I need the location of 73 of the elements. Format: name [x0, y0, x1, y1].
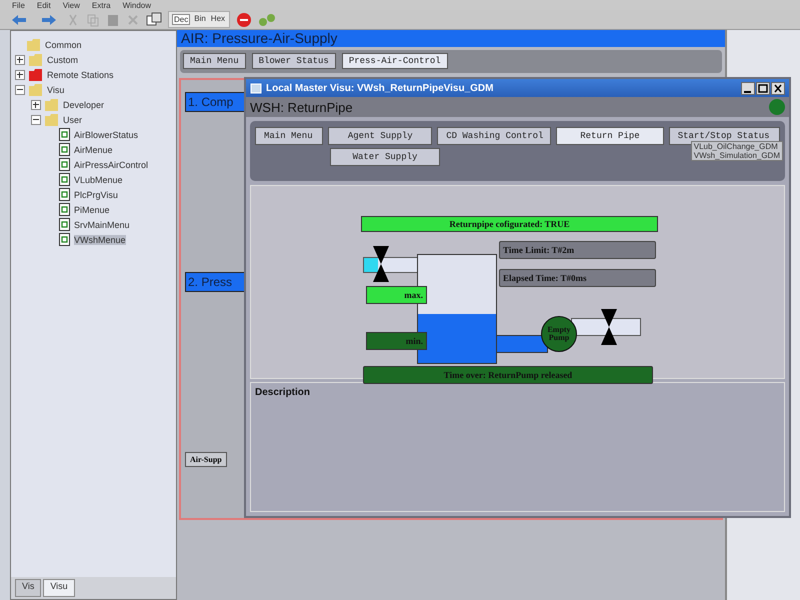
description-label: Description [255, 387, 310, 398]
document-icon [59, 143, 70, 156]
tree-item[interactable]: Visu [47, 84, 64, 94]
level-indicator: min. [366, 332, 427, 350]
document-icon [59, 173, 70, 186]
visu-nav-button[interactable]: Water Supply [330, 148, 440, 166]
menu-item[interactable]: View [62, 0, 80, 10]
tree-item[interactable]: SrvMainMenu [74, 220, 130, 230]
visu-tab-button[interactable]: Blower Status [252, 53, 336, 69]
tree-item[interactable]: Custom [47, 54, 78, 64]
time-limit-label: Time Limit: T#2m [499, 241, 656, 259]
level-indicator: max. [366, 286, 427, 304]
document-icon [59, 128, 70, 141]
tree-item[interactable]: Remote Stations [47, 70, 114, 80]
maximize-icon[interactable] [756, 82, 770, 94]
menu-item[interactable]: Window [122, 0, 152, 10]
elapsed-time-label: Elapsed Time: T#0ms [499, 269, 656, 287]
expander-icon[interactable] [31, 114, 41, 124]
number-mode-toggle[interactable]: Hex [210, 14, 226, 25]
visu-button[interactable]: Air-Supp [185, 452, 227, 467]
dropdown-item[interactable]: VLub_OilChange_GDM [692, 142, 782, 151]
document-icon [59, 158, 70, 171]
folder-icon [27, 38, 41, 50]
tree-item[interactable]: PiMenue [74, 204, 110, 214]
status-bar: Returnpipe cofigurated: TRUE [361, 216, 658, 232]
folder-icon [45, 98, 59, 110]
windows-icon[interactable] [146, 12, 162, 28]
tree-item[interactable]: VWshMenue [74, 234, 126, 244]
document-icon [59, 203, 70, 216]
tree-item[interactable]: AirPressAirControl [74, 160, 148, 170]
dropdown-item[interactable]: VWsh_Simulation_GDM [692, 151, 782, 160]
status-bar: Time over: ReturnPump released [363, 366, 653, 384]
valve-icon [373, 246, 389, 282]
tree-item[interactable]: AirBlowerStatus [74, 130, 138, 140]
tree-item[interactable]: Common [45, 40, 82, 50]
document-icon [59, 188, 70, 201]
visu-title: AIR: Pressure-Air-Supply [177, 30, 725, 47]
tree-item[interactable]: AirMenue [74, 144, 113, 154]
tree-item[interactable]: Developer [63, 100, 104, 110]
panel-tab[interactable]: Vis [15, 579, 42, 597]
stop-sign-icon[interactable] [236, 12, 252, 28]
folder-icon [29, 84, 43, 96]
visu-title: WSH: ReturnPipe [250, 100, 353, 114]
number-mode-toggle[interactable]: Bin [193, 14, 207, 25]
visu-tab-button[interactable]: Main Menu [183, 53, 246, 69]
folder-icon [29, 54, 43, 66]
number-mode-toggle[interactable]: Dec [172, 14, 190, 25]
expander-icon[interactable] [15, 84, 25, 94]
visu-tab-button[interactable]: Press-Air-Control [342, 53, 448, 69]
document-icon [59, 218, 70, 231]
window-title: Local Master Visu: VWsh_ReturnPipeVisu_GDM [266, 82, 494, 94]
tree-item[interactable]: VLubMenue [74, 174, 123, 184]
menu-item[interactable]: Edit [36, 0, 51, 10]
expander-icon[interactable] [31, 100, 41, 110]
valve-icon [601, 309, 617, 345]
menu-item[interactable]: File [12, 0, 25, 10]
tree-item[interactable]: PlcPrgVisu [74, 190, 118, 200]
remote-folder-icon [29, 68, 43, 80]
expander-icon[interactable] [15, 70, 25, 80]
document-icon [59, 233, 70, 246]
status-lamp-icon [769, 99, 785, 115]
tree-item[interactable]: User [63, 114, 82, 124]
visu-nav-button[interactable]: Return Pipe [556, 127, 664, 145]
minimize-icon[interactable] [741, 82, 755, 94]
folder-icon [45, 114, 59, 126]
expander-icon[interactable] [15, 54, 25, 64]
panel-tab[interactable]: Visu [43, 579, 75, 597]
visu-nav-button[interactable]: CD Washing Control [437, 127, 552, 145]
menu-item[interactable]: Extra [92, 0, 111, 10]
close-icon[interactable] [771, 82, 785, 94]
visu-nav-button[interactable]: Agent Supply [328, 127, 432, 145]
visu-nav-button[interactable]: Main Menu [255, 127, 324, 145]
window-icon [250, 82, 262, 94]
